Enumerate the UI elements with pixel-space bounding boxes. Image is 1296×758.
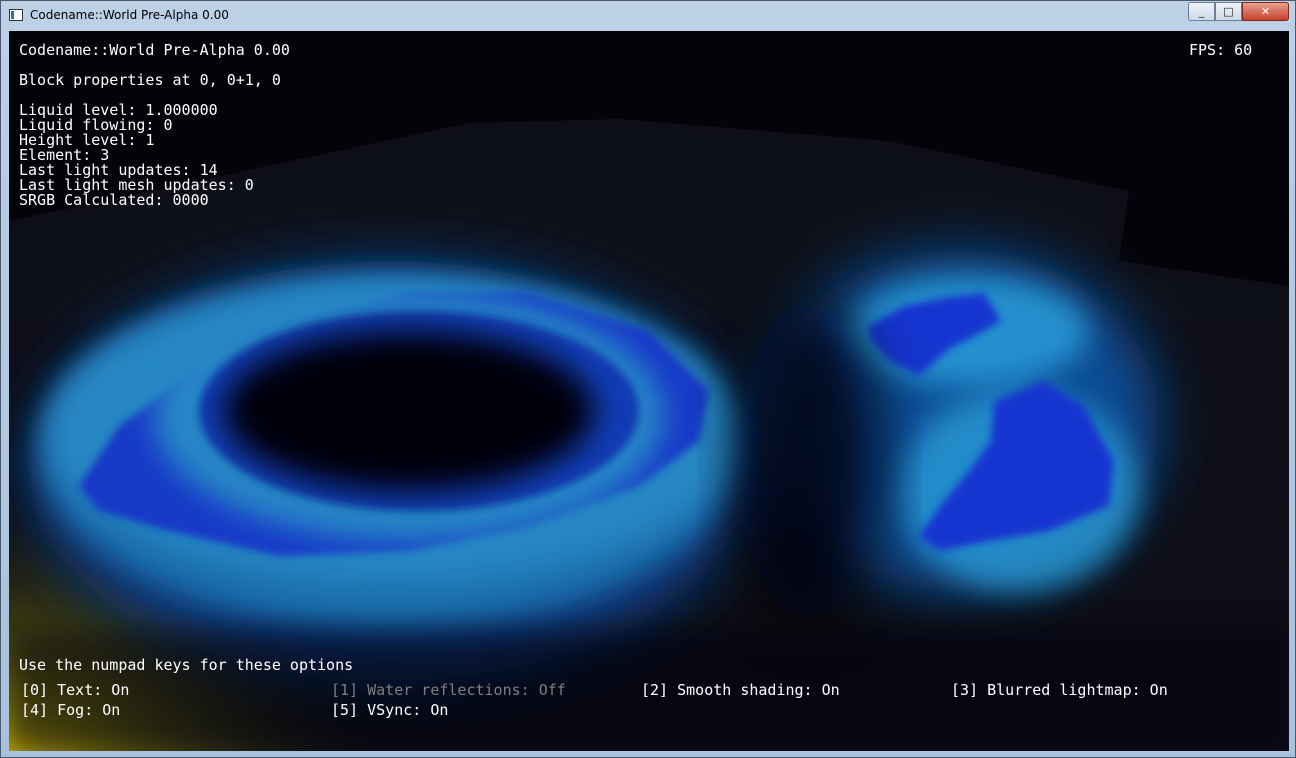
option-water-reflections: [1] Water reflections: Off [331, 681, 566, 699]
game-viewport[interactable]: Codename::World Pre-Alpha 0.00 FPS: 60 B… [9, 31, 1289, 751]
window-title: Codename::World Pre-Alpha 0.00 [30, 8, 229, 22]
shadow-gap [739, 301, 879, 621]
title-bar[interactable]: Codename::World Pre-Alpha 0.00 _ □ ✕ [1, 1, 1295, 31]
maximize-button[interactable]: □ [1215, 2, 1242, 21]
hud-options-hint: Use the numpad keys for these options [19, 656, 354, 674]
rendered-scene [9, 31, 1289, 751]
ring-hole [224, 331, 594, 491]
option-blurred-lightmap: [3] Blurred lightmap: On [951, 681, 1168, 699]
close-button[interactable]: ✕ [1242, 2, 1289, 21]
option-fog: [4] Fog: On [21, 701, 121, 719]
minimize-button[interactable]: _ [1188, 2, 1215, 21]
option-text: [0] Text: On [21, 681, 130, 699]
app-icon [9, 9, 23, 21]
option-smooth-shading: [2] Smooth shading: On [641, 681, 840, 699]
hud-app-title: Codename::World Pre-Alpha 0.00 [19, 41, 290, 59]
hud-prop-srgb: SRGB Calculated: 0000 [19, 191, 209, 209]
hud-fps: FPS: 60 [1189, 41, 1253, 59]
option-vsync: [5] VSync: On [331, 701, 449, 719]
hud-block-header: Block properties at 0, 0+1, 0 [19, 71, 281, 89]
game-window: Codename::World Pre-Alpha 0.00 _ □ ✕ Cod… [0, 0, 1296, 758]
